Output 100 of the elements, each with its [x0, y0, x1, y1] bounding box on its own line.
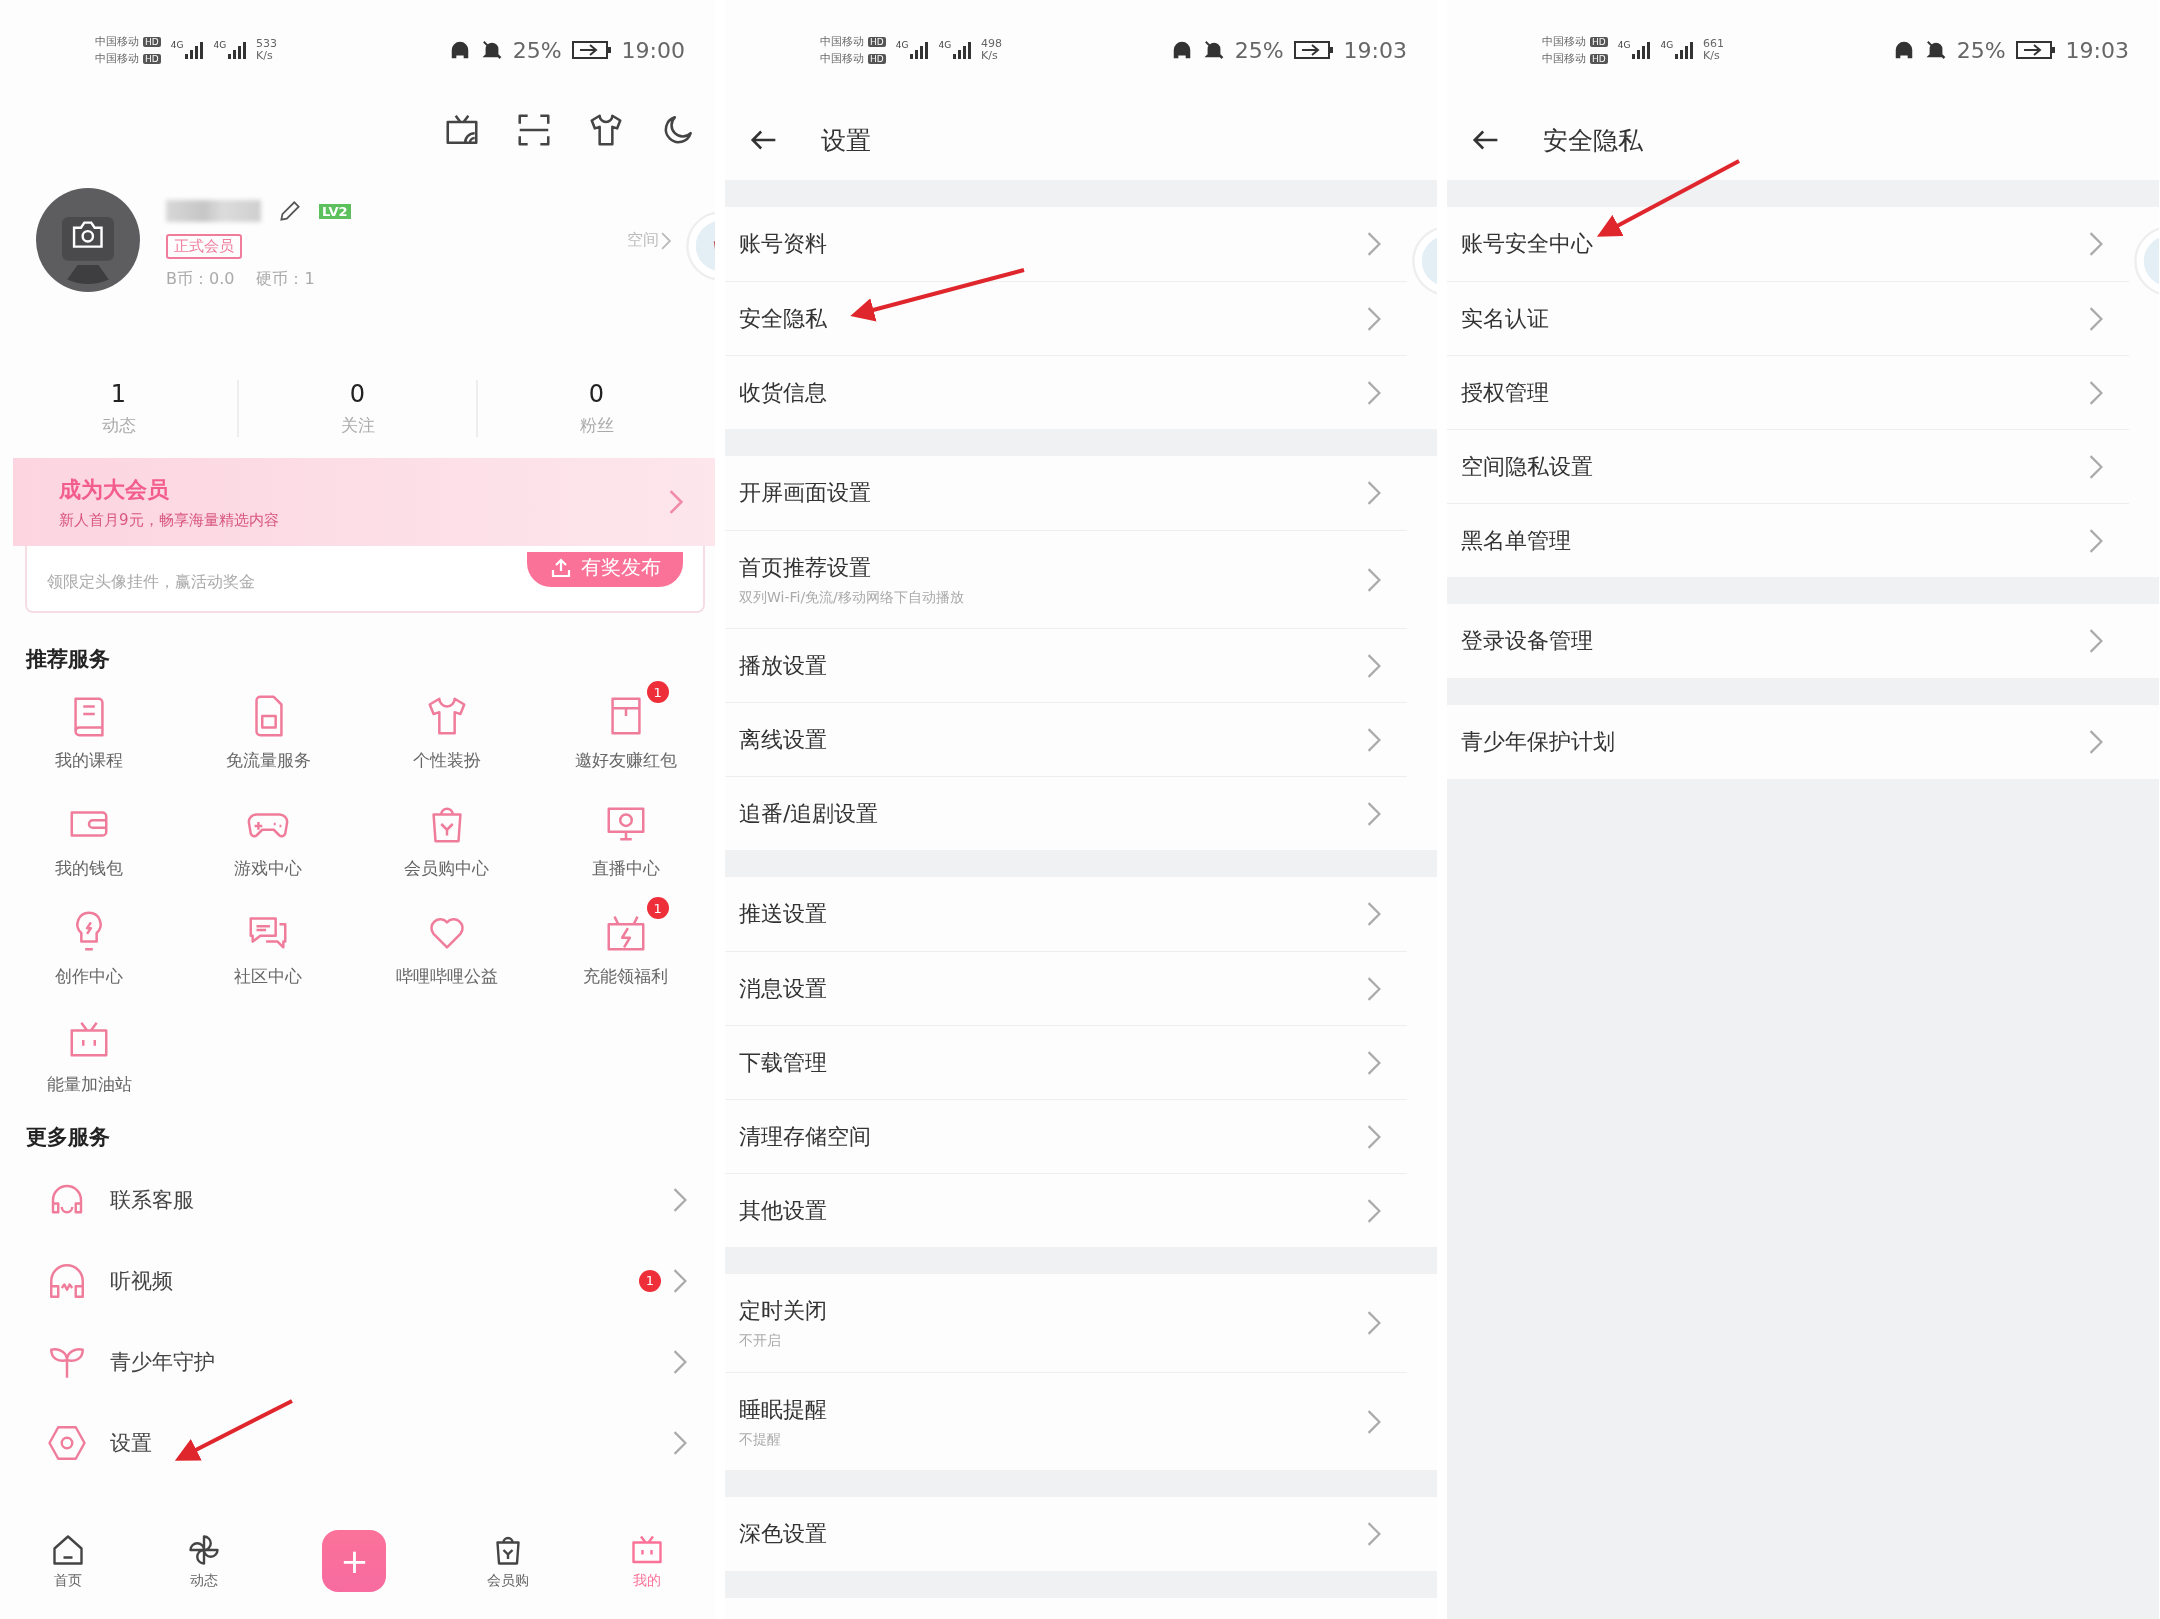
settings-label: 开屏画面设置 — [739, 479, 871, 507]
hd-badge: HD — [1590, 36, 1608, 47]
settings-row[interactable]: 授权管理 — [1447, 355, 2129, 429]
settings-row[interactable]: 实名认证 — [1447, 281, 2129, 355]
settings-row[interactable]: 深色设置 — [725, 1497, 1407, 1571]
speed-unit: K/s — [981, 50, 999, 63]
stat-value[interactable]: 1 — [110, 379, 127, 408]
service-item[interactable]: 1 邀好友赚红包 — [536, 679, 715, 787]
settings-label: 睡眠提醒 — [739, 1395, 827, 1424]
chevron-icon — [673, 1429, 687, 1456]
chevron-icon — [1367, 1408, 1381, 1435]
settings-row[interactable]: 推送设置 — [725, 877, 1407, 951]
speed-unit: K/s — [256, 50, 274, 63]
settings-label: 下载管理 — [739, 1048, 827, 1077]
settings-label: 青少年保护计划 — [1461, 728, 1615, 756]
b-coin-balance: B币：0.0 — [166, 269, 235, 290]
service-item[interactable]: 能量加油站 — [0, 1003, 179, 1111]
settings-subtitle: 双列Wi-Fi/免流/移动网络下自动播放 — [739, 588, 964, 607]
service-item[interactable]: 社区中心 — [178, 895, 358, 1003]
bell-off-icon — [480, 39, 503, 61]
menu-item[interactable]: 青少年守护 — [110, 1347, 651, 1376]
page-title: 安全隐私 — [1543, 124, 1643, 157]
service-item[interactable]: 个性装扮 — [357, 679, 537, 787]
settings-row[interactable]: 空间隐私设置 — [1447, 429, 2129, 503]
service-item[interactable]: 会员购中心 — [357, 787, 537, 895]
hd-badge: HD — [143, 36, 161, 47]
signal-icon — [183, 40, 204, 60]
service-item[interactable]: 哔哩哔哩公益 — [357, 895, 537, 1003]
service-item[interactable]: 我的钱包 — [0, 787, 179, 895]
battery-icon — [2015, 40, 2056, 60]
speed-unit: K/s — [1703, 50, 1721, 63]
service-item[interactable]: 免流量服务 — [178, 679, 358, 787]
settings-row[interactable]: 账号资料 — [725, 207, 1407, 281]
chevron-icon — [1367, 566, 1381, 593]
settings-label: 黑名单管理 — [1461, 526, 1571, 555]
chevron-icon — [2089, 231, 2103, 257]
settings-row[interactable]: 登录设备管理 — [1447, 604, 2129, 678]
settings-label: 安全隐私 — [739, 304, 827, 333]
signal-icon — [951, 40, 972, 60]
settings-row[interactable]: 首页推荐设置 双列Wi-Fi/免流/移动网络下自动播放 — [725, 530, 1407, 628]
service-item[interactable]: 1 充能领福利 — [536, 895, 715, 1003]
nav-tab[interactable]: 首页 — [50, 1531, 87, 1590]
service-item[interactable]: 直播中心 — [536, 787, 715, 895]
nav-tab[interactable]: 动态 — [186, 1531, 223, 1590]
settings-row[interactable]: 账号安全中心 — [1447, 207, 2129, 281]
stat-value[interactable]: 0 — [349, 379, 366, 408]
service-item[interactable]: 游戏中心 — [178, 787, 358, 895]
member-tag: 正式会员 — [166, 234, 242, 259]
menu-item[interactable]: 听视频 — [110, 1266, 617, 1295]
clock: 19:03 — [2065, 37, 2129, 63]
carrier-name: 中国移动 — [820, 34, 864, 49]
signal-icon — [226, 40, 247, 60]
settings-row[interactable]: 播放设置 — [725, 628, 1407, 702]
network-type: 4G — [938, 40, 952, 50]
chevron-icon — [1367, 726, 1381, 753]
chevron-icon — [673, 1267, 687, 1294]
settings-label: 收货信息 — [739, 378, 827, 407]
settings-label: 空间隐私设置 — [1461, 452, 1593, 481]
service-item[interactable]: 创作中心 — [0, 895, 179, 1003]
settings-row[interactable]: 离线设置 — [725, 702, 1407, 776]
chevron-icon — [2089, 453, 2103, 480]
promo-subtitle: 领限定头像挂件，赢活动奖金 — [47, 572, 255, 593]
network-type: 4G — [213, 40, 227, 50]
service-item[interactable]: 我的课程 — [0, 679, 179, 787]
menu-item[interactable]: 设置 — [110, 1428, 651, 1457]
section-title: 更多服务 — [25, 1124, 111, 1151]
notification-badge: 1 — [639, 1269, 661, 1292]
chevron-icon — [673, 1348, 687, 1375]
settings-row[interactable]: 定时关闭 不开启 — [725, 1274, 1407, 1372]
chevron-icon — [673, 1186, 687, 1213]
chevron-icon — [2089, 527, 2103, 554]
avatar[interactable] — [36, 188, 140, 292]
chevron-icon — [1367, 1310, 1381, 1336]
settings-label: 播放设置 — [739, 651, 827, 680]
hd-badge: HD — [868, 53, 886, 64]
stat-value[interactable]: 0 — [588, 379, 605, 408]
network-speed: 498 — [981, 37, 1003, 50]
network-type: 4G — [895, 40, 909, 50]
network-type: 4G — [1660, 40, 1674, 50]
menu-item[interactable]: 联系客服 — [110, 1185, 651, 1214]
settings-label: 实名认证 — [1461, 304, 1549, 333]
nav-tab[interactable]: 会员购 — [486, 1531, 529, 1590]
settings-label: 消息设置 — [739, 974, 827, 1003]
settings-row[interactable]: 安全隐私 — [725, 281, 1407, 355]
carrier-name: 中国移动 — [820, 51, 864, 66]
carrier-name: 中国移动 — [1542, 34, 1586, 49]
scan-icon[interactable] — [515, 111, 553, 149]
hd-badge: HD — [143, 53, 161, 64]
settings-row[interactable]: 开屏画面设置 — [725, 456, 1407, 530]
battery-percent: 25% — [512, 37, 562, 63]
settings-label: 清理存储空间 — [739, 1122, 871, 1151]
settings-row[interactable]: 消息设置 — [725, 951, 1407, 1025]
settings-row[interactable]: 下载管理 — [725, 1025, 1407, 1099]
vip-title: 成为大会员 — [59, 475, 170, 504]
edit-icon[interactable] — [277, 198, 303, 224]
settings-row[interactable]: 清理存储空间 — [725, 1099, 1407, 1173]
settings-label: 离线设置 — [739, 725, 827, 754]
chevron-icon — [669, 489, 683, 515]
settings-row[interactable]: 青少年保护计划 — [1447, 705, 2129, 779]
settings-label: 推送设置 — [739, 900, 827, 928]
